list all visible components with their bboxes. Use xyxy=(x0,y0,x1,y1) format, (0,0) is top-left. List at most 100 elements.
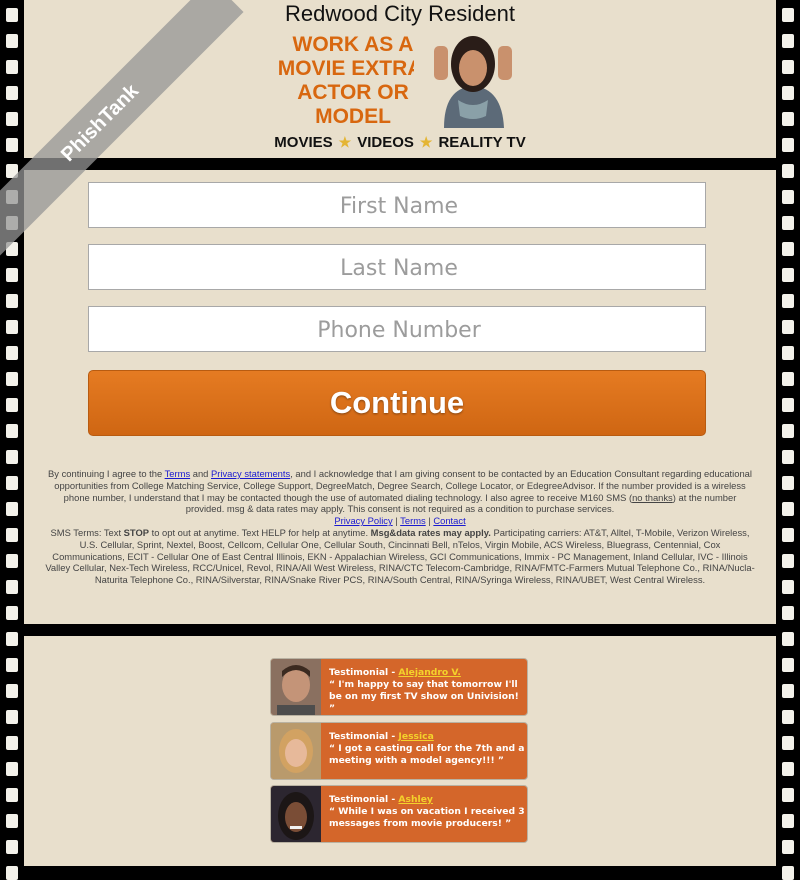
star-icon: ★ xyxy=(338,134,352,150)
sprocket-hole xyxy=(6,112,18,126)
sprocket-hole xyxy=(782,476,794,490)
sprocket-hole xyxy=(6,866,18,880)
sprocket-hole xyxy=(782,216,794,230)
testimonial-card: Testimonial - Alejandro V. “ I'm happy t… xyxy=(270,658,528,716)
sprocket-hole xyxy=(782,684,794,698)
sprocket-hole xyxy=(6,476,18,490)
sprocket-hole xyxy=(782,840,794,854)
sprocket-hole xyxy=(782,60,794,74)
testimonial-card: Testimonial - Ashley “ While I was on va… xyxy=(270,785,528,843)
sprocket-hole xyxy=(6,554,18,568)
testimonials-panel: Testimonial - Alejandro V. “ I'm happy t… xyxy=(24,636,776,866)
first-name-input[interactable] xyxy=(89,183,709,229)
sprocket-hole xyxy=(6,60,18,74)
promo-line: MODEL xyxy=(315,105,391,128)
sprocket-hole xyxy=(782,554,794,568)
testimonial-label: Testimonial - xyxy=(329,731,399,742)
testimonial-avatar xyxy=(271,723,321,779)
testimonial-label: Testimonial - xyxy=(329,794,399,805)
sprocket-hole xyxy=(6,580,18,594)
sprocket-hole xyxy=(782,814,794,828)
sprocket-hole xyxy=(6,502,18,516)
testimonial-label: Testimonial - xyxy=(329,667,399,678)
testimonial-quote: “ While I was on vacation I received 3 m… xyxy=(329,806,525,829)
rates-notice: Msg&data rates may apply. xyxy=(370,526,491,538)
sprocket-hole xyxy=(782,398,794,412)
phone-number-input[interactable] xyxy=(89,307,709,353)
sprocket-hole xyxy=(782,502,794,516)
testimonial-quote: “ I'm happy to say that tomorrow I'll be… xyxy=(329,679,519,714)
film-strip-right xyxy=(776,0,800,880)
sprocket-hole xyxy=(782,580,794,594)
sprocket-hole xyxy=(782,164,794,178)
sms-terms-text: SMS Terms: Text xyxy=(50,526,124,538)
sprocket-hole xyxy=(6,814,18,828)
sprocket-hole xyxy=(6,320,18,334)
sprocket-hole xyxy=(6,606,18,620)
promo-line: WORK AS A xyxy=(292,33,414,56)
sprocket-hole xyxy=(6,268,18,282)
sprocket-hole xyxy=(782,294,794,308)
phone-number-field[interactable] xyxy=(88,306,709,353)
sprocket-hole xyxy=(782,86,794,100)
sprocket-hole xyxy=(6,450,18,464)
last-name-field[interactable] xyxy=(88,244,709,291)
sprocket-hole xyxy=(6,684,18,698)
sprocket-hole xyxy=(6,528,18,542)
sprocket-hole xyxy=(6,398,18,412)
signup-form: Continue By continuing I agree to the Te… xyxy=(24,170,776,624)
testimonial-name: Ashley xyxy=(398,794,433,805)
sprocket-hole xyxy=(6,34,18,48)
testimonial-name: Alejandro V. xyxy=(398,667,461,678)
sms-terms-text: to opt out at anytime. Text HELP for hel… xyxy=(149,526,371,538)
footer-links: Privacy Policy | Terms | Contact xyxy=(44,515,756,527)
terms-link[interactable]: Terms xyxy=(165,468,191,479)
sprocket-hole xyxy=(782,710,794,724)
sprocket-hole xyxy=(6,840,18,854)
contact-link[interactable]: Contact xyxy=(433,515,465,526)
no-thanks-link[interactable]: no thanks xyxy=(632,492,673,503)
first-name-field[interactable] xyxy=(88,182,709,229)
sprocket-hole xyxy=(782,242,794,256)
tagline-reality-tv: REALITY TV xyxy=(438,134,526,151)
sprocket-hole xyxy=(6,372,18,386)
testimonial-name: Jessica xyxy=(398,731,434,742)
sprocket-hole xyxy=(6,710,18,724)
page-title: Redwood City Resident xyxy=(285,1,515,26)
sprocket-hole xyxy=(782,190,794,204)
sprocket-hole xyxy=(782,424,794,438)
tagline-movies: MOVIES xyxy=(274,134,333,151)
promo-line: MOVIE EXTRA, xyxy=(277,57,429,80)
sprocket-hole xyxy=(6,658,18,672)
sprocket-hole xyxy=(6,86,18,100)
sprocket-hole xyxy=(782,658,794,672)
sprocket-hole xyxy=(782,138,794,152)
sprocket-hole xyxy=(6,346,18,360)
sprocket-hole xyxy=(6,762,18,776)
terms-link-2[interactable]: Terms xyxy=(400,515,426,526)
sprocket-hole xyxy=(782,528,794,542)
legal-text: By continuing I agree to the xyxy=(48,468,165,479)
testimonial-quote: “ I got a casting call for the 7th and a… xyxy=(329,743,525,766)
privacy-policy-link[interactable]: Privacy Policy xyxy=(334,515,392,526)
testimonial-avatar xyxy=(271,786,321,842)
sprocket-hole xyxy=(782,372,794,386)
stop-keyword: STOP xyxy=(123,526,150,538)
sprocket-hole xyxy=(6,294,18,308)
legal-disclaimer: By continuing I agree to the Terms and P… xyxy=(44,468,756,586)
model-photo xyxy=(414,28,532,128)
testimonial-card: Testimonial - Jessica “ I got a casting … xyxy=(270,722,528,780)
sprocket-hole xyxy=(782,606,794,620)
sprocket-hole xyxy=(782,268,794,282)
privacy-statements-link[interactable]: Privacy statements xyxy=(211,468,290,479)
sprocket-hole xyxy=(782,736,794,750)
testimonial-text: Testimonial - Jessica “ I got a casting … xyxy=(329,731,525,767)
last-name-input[interactable] xyxy=(89,245,709,291)
sprocket-hole xyxy=(782,8,794,22)
testimonial-text: Testimonial - Ashley “ While I was on va… xyxy=(329,794,525,830)
legal-text: and xyxy=(190,468,211,479)
sprocket-hole xyxy=(782,866,794,880)
tagline: MOVIES ★ VIDEOS ★ REALITY TV xyxy=(24,134,776,151)
sprocket-hole xyxy=(6,632,18,646)
continue-button[interactable]: Continue xyxy=(88,370,706,436)
